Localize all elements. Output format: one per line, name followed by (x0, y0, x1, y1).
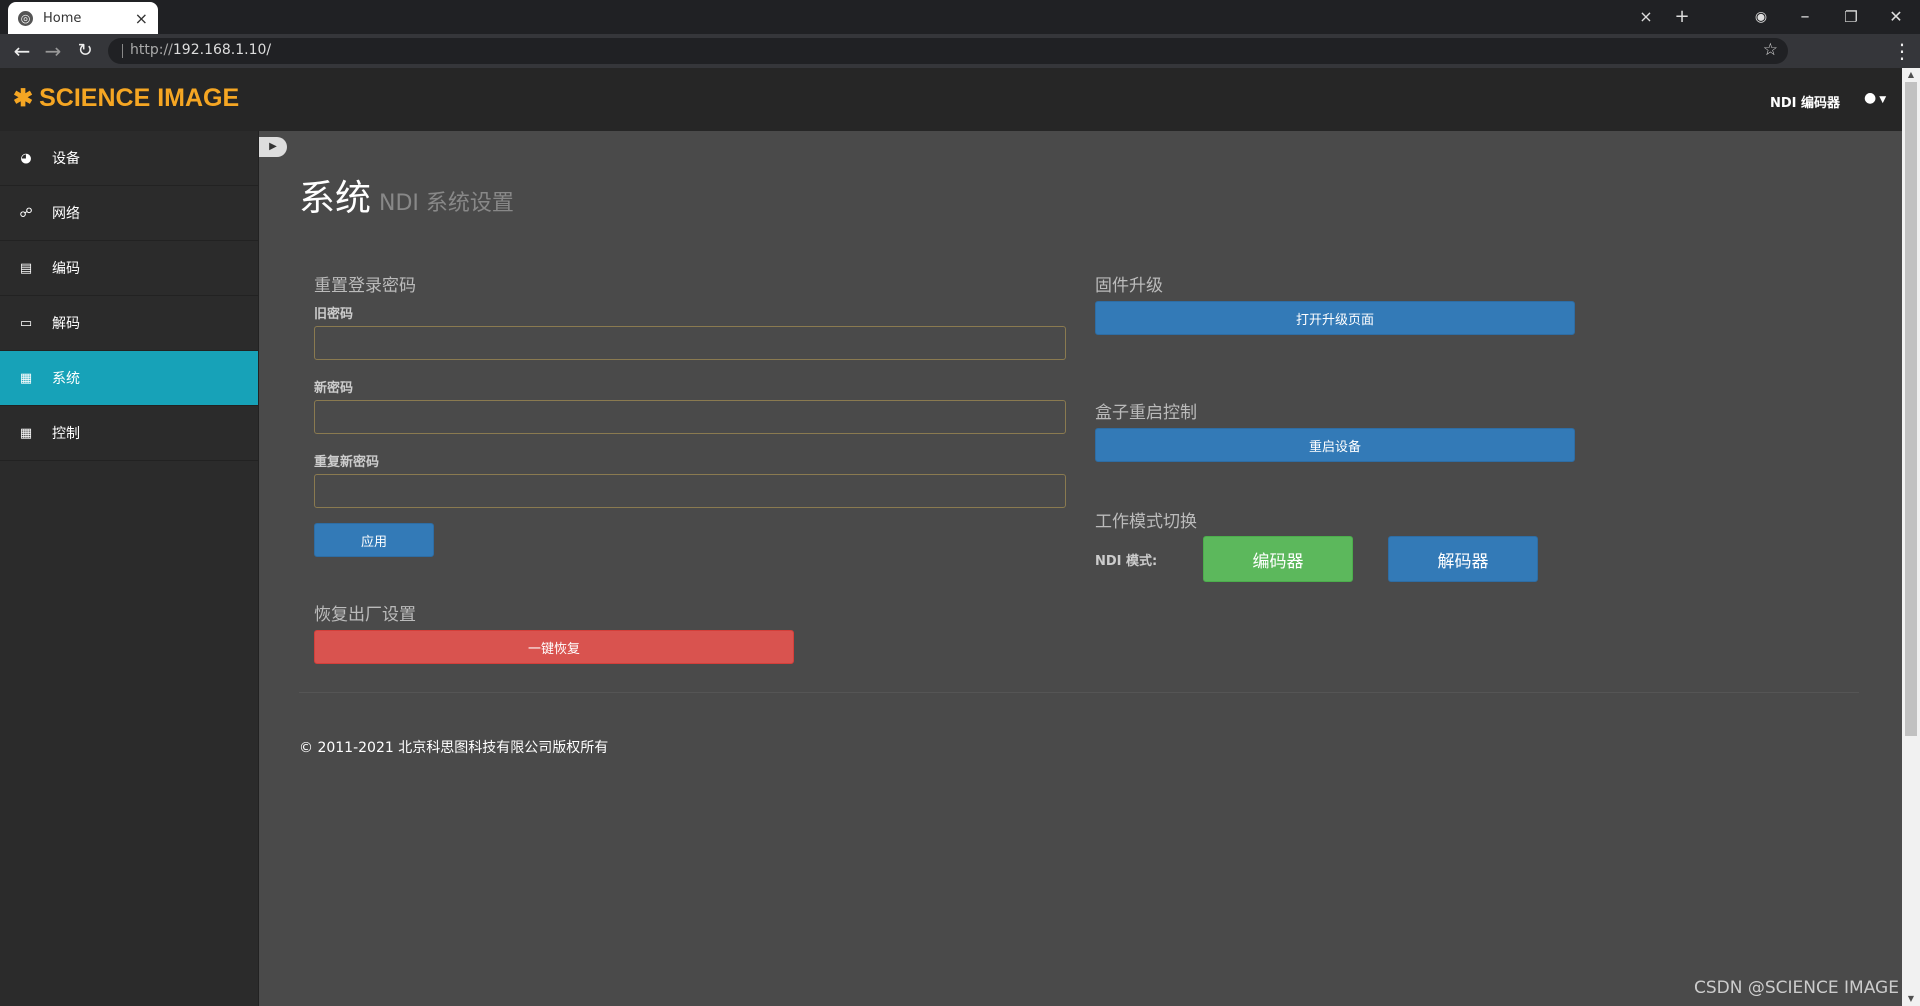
bar-chart-icon: ▤ (19, 260, 33, 276)
url-separator (122, 44, 123, 58)
reload-icon[interactable]: ↻ (73, 39, 97, 63)
sidebar-item-label: 系统 (52, 371, 80, 387)
logo[interactable]: ✱ SCIENCE IMAGE (13, 84, 239, 113)
sidebar: ◕ 设备 ☍ 网络 ▤ 编码 ▭ 解码 ▦ 系统 ▦ 控制 (0, 131, 259, 1006)
scrollbar-thumb[interactable] (1905, 82, 1917, 736)
back-icon[interactable]: ← (10, 39, 34, 63)
page-title: 系统 NDI 系统设置 (299, 178, 514, 219)
scroll-up-icon[interactable]: ▲ (1902, 68, 1920, 82)
url-text[interactable]: http://192.168.1.10/ (130, 42, 271, 58)
page-subtitle: NDI 系统设置 (379, 191, 514, 216)
minimize-icon[interactable]: – (1793, 6, 1817, 28)
window-close-icon[interactable]: ✕ (1884, 6, 1908, 28)
new-password-field[interactable] (314, 400, 1066, 434)
profile-dropdown-icon[interactable]: ◉ (1749, 6, 1773, 28)
scroll-down-icon[interactable]: ▼ (1902, 992, 1920, 1006)
sidebar-item-label: 解码 (52, 316, 80, 332)
copyright-text: © 2011-2021 北京科思图科技有限公司版权所有 (299, 740, 609, 756)
globe-icon: ◎ (18, 10, 33, 26)
gear-icon: ✱ (13, 85, 34, 112)
browser-menu-icon[interactable]: ⋮ (1890, 39, 1914, 63)
footer-divider (299, 692, 1859, 693)
bookmark-star-icon[interactable]: ☆ (1763, 40, 1778, 60)
sidebar-toggle-icon[interactable]: ▶ (259, 137, 287, 157)
caret-down-icon: ▼ (1879, 95, 1887, 105)
user-icon: ● (1864, 90, 1877, 106)
encoder-mode-button[interactable]: 编码器 (1203, 536, 1353, 582)
dashboard-icon: ◕ (20, 150, 32, 166)
address-toolbar: ← → ↻ http://192.168.1.10/ ☆ ⋮ (0, 34, 1920, 68)
password-section-title: 重置登录密码 (314, 276, 416, 296)
sidebar-item-network[interactable]: ☍ 网络 (0, 186, 258, 241)
firmware-section-title: 固件升级 (1095, 276, 1163, 296)
decoder-mode-button[interactable]: 解码器 (1388, 536, 1538, 582)
app-header: ✱ SCIENCE IMAGE NDI 编码器 ● ▼ (0, 68, 1902, 131)
old-password-label: 旧密码 (314, 307, 354, 322)
apply-button[interactable]: 应用 (314, 523, 434, 557)
sitemap-icon: ☍ (19, 205, 33, 221)
repeat-password-label: 重复新密码 (314, 455, 380, 470)
browser-tab[interactable]: ◎ Home × (8, 2, 158, 34)
server-icon: ▦ (19, 370, 33, 386)
main-content: ▶ 系统 NDI 系统设置 重置登录密码 旧密码 新密码 重复新密码 应用 恢复出… (259, 131, 1902, 1006)
table-icon: ▦ (19, 425, 33, 441)
device-name-link[interactable]: NDI 编码器 (1770, 92, 1840, 111)
ndi-mode-label: NDI 模式: (1095, 554, 1158, 569)
sidebar-item-system[interactable]: ▦ 系统 (0, 351, 258, 406)
open-upgrade-page-button[interactable]: 打开升级页面 (1095, 301, 1575, 335)
tab-title: Home (43, 10, 82, 26)
sidebar-item-label: 网络 (52, 206, 80, 222)
repeat-password-field[interactable] (314, 474, 1066, 508)
user-menu[interactable]: ● ▼ (1864, 90, 1886, 106)
page-scrollbar[interactable]: ▲ ▼ (1902, 68, 1920, 1006)
mode-section-title: 工作模式切换 (1095, 512, 1197, 532)
sidebar-item-encode[interactable]: ▤ 编码 (0, 241, 258, 296)
browser-tab-strip: ◎ Home × × + ◉ – ❐ ✕ (0, 0, 1920, 34)
sidebar-item-device[interactable]: ◕ 设备 (0, 131, 258, 186)
factory-reset-section-title: 恢复出厂设置 (314, 605, 416, 625)
watermark-text: CSDN @SCIENCE IMAGE (1694, 978, 1899, 998)
factory-reset-button[interactable]: 一键恢复 (314, 630, 794, 664)
new-password-label: 新密码 (314, 381, 354, 396)
sidebar-item-label: 设备 (52, 151, 80, 167)
monitor-icon: ▭ (19, 315, 33, 331)
restore-icon[interactable]: ❐ (1839, 6, 1863, 28)
forward-icon[interactable]: → (41, 39, 65, 63)
sidebar-item-control[interactable]: ▦ 控制 (0, 406, 258, 461)
logo-text: SCIENCE IMAGE (39, 84, 240, 112)
sidebar-item-label: 控制 (52, 426, 80, 442)
old-password-field[interactable] (314, 326, 1066, 360)
sidebar-item-label: 编码 (52, 261, 80, 277)
reboot-section-title: 盒子重启控制 (1095, 403, 1197, 423)
sidebar-item-decode[interactable]: ▭ 解码 (0, 296, 258, 351)
close-search-icon[interactable]: × (1634, 6, 1658, 28)
new-tab-button[interactable]: + (1670, 6, 1694, 28)
url-bar[interactable]: http://192.168.1.10/ ☆ (108, 38, 1788, 64)
reboot-device-button[interactable]: 重启设备 (1095, 428, 1575, 462)
tab-close-icon[interactable]: × (135, 9, 148, 28)
